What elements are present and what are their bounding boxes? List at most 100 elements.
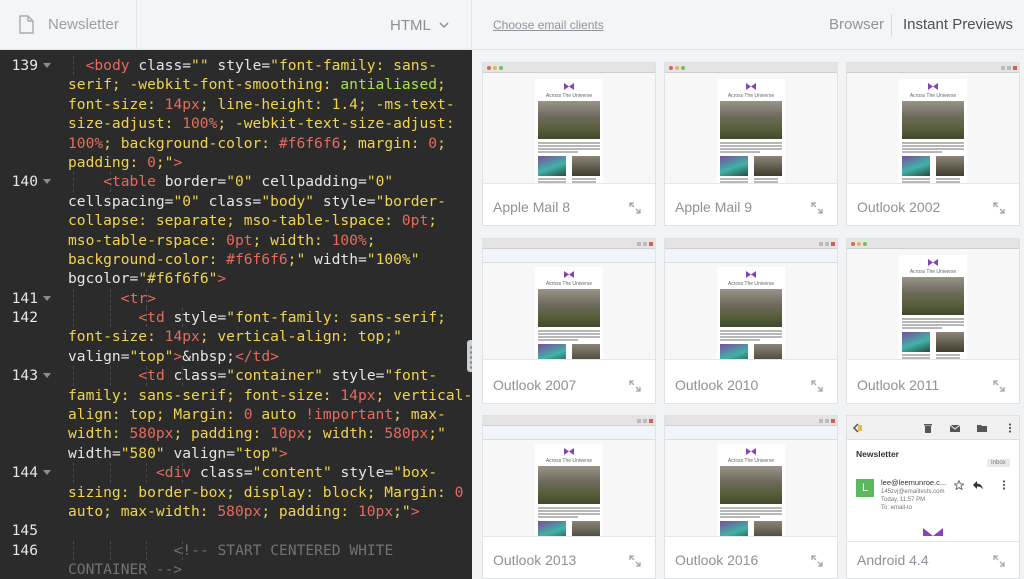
preview-card[interactable]: Across The Universe Apple Mail 9 bbox=[664, 62, 838, 226]
expand-icon[interactable] bbox=[629, 380, 641, 392]
preview-card[interactable]: Across The Universe Apple Mail 8 bbox=[482, 62, 656, 226]
code-token: family: sans-serif; font-size: bbox=[68, 386, 341, 404]
preview-card[interactable]: Across The Universe Outlook 2002 bbox=[846, 62, 1020, 226]
code-line: padding: 0;"> bbox=[0, 153, 472, 172]
trash-icon[interactable] bbox=[923, 423, 933, 433]
text-line bbox=[754, 178, 778, 180]
client-name: Outlook 2011 bbox=[857, 377, 940, 393]
fold-arrow-icon[interactable] bbox=[43, 373, 51, 379]
text-line bbox=[572, 178, 596, 180]
mail-icon[interactable] bbox=[950, 423, 960, 433]
bowtie-logo-icon bbox=[746, 271, 756, 278]
code-editor[interactable]: 139 <body class="" style="font-family: sa… bbox=[0, 50, 472, 579]
text-line bbox=[720, 148, 782, 150]
preview-thumbnail[interactable]: Across The Universe bbox=[483, 239, 655, 360]
thumbnail-image bbox=[754, 344, 782, 359]
code-text: family: sans-serif; font-size: 14px; ver… bbox=[68, 386, 472, 405]
code-line: size-adjust: 100%; -webkit-text-size-adj… bbox=[0, 114, 472, 133]
fold-arrow-icon[interactable] bbox=[43, 470, 51, 476]
code-text: auto; max-width: 580px; padding: 10px;"> bbox=[68, 502, 420, 521]
expand-icon[interactable] bbox=[811, 202, 823, 214]
preview-thumbnail[interactable]: Across The Universe bbox=[847, 239, 1019, 360]
client-name: Outlook 2013 bbox=[493, 552, 577, 568]
preview-card[interactable]: Across The Universe Outlook 2016 bbox=[664, 415, 838, 579]
text-line bbox=[902, 321, 964, 323]
code-line: CONTAINER --> bbox=[0, 560, 472, 579]
expand-icon[interactable] bbox=[811, 555, 823, 567]
email-preview-body: Across The Universe bbox=[717, 79, 785, 183]
code-line: 144 <div class="content" style="box- bbox=[0, 463, 472, 483]
thumbnail-image bbox=[754, 156, 782, 176]
text-line bbox=[902, 178, 930, 180]
text-line bbox=[538, 333, 600, 335]
fold-arrow-icon[interactable] bbox=[43, 63, 51, 68]
code-token: "content" bbox=[252, 464, 332, 482]
client-name: Outlook 2007 bbox=[493, 377, 577, 393]
code-token: "580" bbox=[120, 444, 165, 462]
preview-card[interactable]: Newsletter Inbox Llee@leemunroe.c... 145zvj… bbox=[846, 415, 1020, 579]
text-line bbox=[538, 336, 600, 338]
fold-arrow-icon[interactable] bbox=[43, 179, 51, 185]
window-control-icon bbox=[863, 242, 867, 246]
preview-thumbnail[interactable]: Across The Universe bbox=[665, 416, 837, 537]
code-token: 580px bbox=[384, 425, 429, 443]
hero-image bbox=[720, 466, 782, 504]
code-token: class bbox=[208, 192, 253, 210]
code-token: ; bbox=[366, 231, 376, 249]
preview-thumbnail[interactable]: Across The Universe bbox=[847, 63, 1019, 184]
bowtie-logo-icon bbox=[746, 448, 756, 455]
code-text: cellspacing="0" class="body" style="bord… bbox=[68, 192, 446, 211]
code-token: ; max- bbox=[393, 406, 446, 424]
code-line: width="580" valign="top"> bbox=[0, 444, 472, 463]
code-token: border bbox=[164, 173, 218, 191]
preview-card[interactable]: Across The Universe Outlook 2007 bbox=[482, 238, 656, 404]
preview-card[interactable]: Across The Universe Outlook 2010 bbox=[664, 238, 838, 404]
preview-grid: Across The Universe Apple Mail 8 Across Th… bbox=[472, 50, 1024, 579]
code-line: font-size: 14px; line-height: 1.4; -ms-t… bbox=[0, 95, 472, 114]
code-token: valign bbox=[68, 347, 121, 365]
window-control-icon bbox=[649, 242, 653, 246]
code-line: cellspacing="0" class="body" style="bord… bbox=[0, 192, 472, 211]
code-token: = bbox=[358, 173, 367, 191]
preview-thumbnail[interactable]: Across The Universe bbox=[665, 239, 837, 360]
code-line: collapse: separate; mso-table-lspace: 0p… bbox=[0, 211, 472, 230]
line-number: 143 bbox=[11, 367, 38, 385]
back-icon[interactable] bbox=[852, 423, 862, 433]
text-line bbox=[902, 354, 930, 356]
preview-thumbnail[interactable]: Across The Universe bbox=[483, 63, 655, 184]
code-mode-select[interactable]: HTML bbox=[390, 14, 449, 36]
more-icon[interactable] bbox=[1005, 423, 1015, 433]
tab-browser[interactable]: Browser bbox=[829, 16, 884, 33]
code-token: ; padding: bbox=[261, 502, 358, 520]
star-icon[interactable] bbox=[954, 480, 964, 490]
code-token: "container" bbox=[226, 367, 323, 385]
preview-card[interactable]: Across The Universe Outlook 2011 bbox=[846, 238, 1020, 404]
choose-email-clients-link[interactable]: Choose email clients bbox=[493, 18, 604, 32]
code-token: ; width: bbox=[305, 425, 385, 443]
meta-line: To: email-to bbox=[881, 505, 913, 511]
code-token: 14px bbox=[340, 386, 376, 404]
preview-card[interactable]: Across The Universe Outlook 2013 bbox=[482, 415, 656, 579]
fold-arrow-icon[interactable] bbox=[43, 295, 51, 301]
preview-thumbnail[interactable]: Newsletter Inbox Llee@leemunroe.c... 145zvj… bbox=[847, 416, 1019, 542]
line-number: 140 bbox=[11, 173, 38, 191]
expand-icon[interactable] bbox=[993, 555, 1005, 567]
preview-thumbnail[interactable]: Across The Universe bbox=[483, 416, 655, 537]
preview-thumbnail[interactable]: Across The Universe bbox=[665, 63, 837, 184]
code-line: auto; max-width: 580px; padding: 10px;"> bbox=[0, 502, 472, 521]
reply-icon[interactable] bbox=[973, 480, 983, 490]
toolbar-ribbon bbox=[665, 249, 837, 263]
code-line: 146 <!-- START CENTERED WHITE bbox=[0, 540, 472, 561]
window-control-icon bbox=[857, 242, 861, 246]
expand-icon[interactable] bbox=[629, 202, 641, 214]
text-line bbox=[572, 181, 596, 183]
tab-instant-previews[interactable]: Instant Previews bbox=[903, 16, 1013, 33]
expand-icon[interactable] bbox=[993, 380, 1005, 392]
client-name: Apple Mail 9 bbox=[675, 199, 753, 215]
expand-icon[interactable] bbox=[629, 555, 641, 567]
code-token: = bbox=[261, 57, 271, 74]
more-icon[interactable] bbox=[999, 480, 1009, 490]
expand-icon[interactable] bbox=[993, 202, 1005, 214]
folder-icon[interactable] bbox=[977, 423, 987, 433]
expand-icon[interactable] bbox=[811, 380, 823, 392]
